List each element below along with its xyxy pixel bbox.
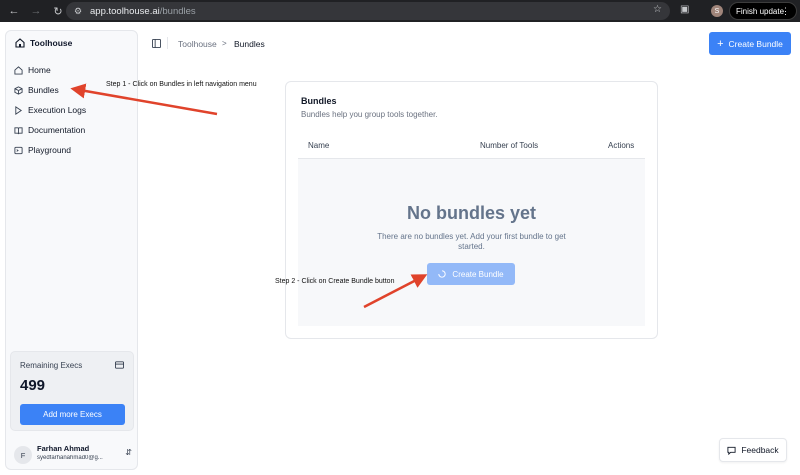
panel-title: Bundles	[301, 96, 337, 106]
header-divider	[167, 37, 168, 49]
step1-annotation: Step 1 - Click on Bundles in left naviga…	[106, 81, 257, 88]
user-menu[interactable]: F Farhan Ahmad syedfarhanahmad0@g... ⇵	[10, 441, 134, 467]
plus-icon: +	[717, 37, 724, 50]
sidebar-item-label: Execution Logs	[28, 105, 87, 115]
sidebar: Toolhouse Home Bundles Execution Logs Do…	[5, 30, 138, 470]
address-bar[interactable]: ⚙ app.toolhouse.ai/bundles ☆	[66, 2, 670, 20]
profile-avatar[interactable]: S	[711, 5, 723, 17]
sidebar-item-label: Bundles	[28, 85, 59, 95]
breadcrumb-current: Bundles	[234, 39, 265, 49]
home-icon	[14, 65, 23, 75]
bundles-panel: Bundles Bundles help you group tools tog…	[285, 81, 658, 339]
panel-description: Bundles help you group tools together.	[301, 110, 438, 119]
create-bundle-label: Create Bundle	[728, 38, 783, 49]
url-text: app.toolhouse.ai/bundles	[90, 5, 196, 17]
site-settings-icon[interactable]: ⚙	[71, 4, 85, 18]
step2-annotation: Step 2 - Click on Create Bundle button	[275, 278, 395, 285]
sidebar-item-execution-logs[interactable]: Execution Logs	[14, 105, 86, 115]
empty-state-title: No bundles yet	[406, 203, 536, 223]
column-header-name: Name	[308, 141, 330, 150]
remaining-execs-card: Remaining Execs 499 Add more Execs	[10, 351, 134, 431]
breadcrumb-chevron-icon: >	[222, 39, 227, 48]
sidebar-item-bundles[interactable]: Bundles	[14, 85, 59, 95]
remaining-execs-label: Remaining Execs	[20, 361, 83, 370]
add-more-execs-button[interactable]: Add more Execs	[20, 404, 125, 425]
brand[interactable]: Toolhouse	[15, 38, 72, 48]
empty-state: No bundles yet There are no bundles yet.…	[298, 159, 645, 326]
forward-arrow-icon[interactable]: →	[28, 3, 44, 19]
play-icon	[15, 105, 23, 115]
extensions-icon[interactable]: ▣	[680, 4, 689, 15]
credit-card-icon	[115, 361, 124, 369]
sidebar-item-home[interactable]: Home	[14, 65, 51, 75]
chevron-up-down-icon[interactable]: ⇵	[125, 448, 132, 457]
finish-update-label: Finish update	[736, 6, 785, 16]
back-arrow-icon[interactable]: ←	[6, 3, 22, 19]
empty-state-text: There are no bundles yet. Add your first…	[377, 232, 566, 251]
feedback-button[interactable]: Feedback	[719, 438, 787, 462]
finish-update-button[interactable]: Finish update ⋮	[729, 2, 797, 20]
user-email: syedfarhanahmad0@g...	[37, 455, 103, 461]
column-header-actions: Actions	[608, 141, 635, 150]
sidebar-toggle-icon[interactable]	[152, 39, 161, 48]
user-name: Farhan Ahmad	[37, 444, 90, 453]
sidebar-item-label: Documentation	[28, 125, 86, 135]
terminal-icon	[14, 146, 23, 154]
sidebar-item-label: Home	[28, 65, 51, 75]
loading-spinner-icon	[438, 270, 447, 278]
create-bundle-empty-button[interactable]: Create Bundle	[427, 263, 515, 285]
create-bundle-button[interactable]: + Create Bundle	[709, 32, 791, 55]
book-icon	[14, 126, 23, 134]
reload-icon[interactable]: ↻	[50, 3, 66, 19]
browser-toolbar: ← → ↻ ⚙ app.toolhouse.ai/bundles ☆ ▣ S F…	[0, 0, 800, 22]
house-logo-icon	[15, 38, 25, 48]
bookmark-star-icon[interactable]: ☆	[653, 4, 662, 15]
table-header: Name Number of Tools Actions	[298, 137, 645, 159]
more-menu-icon[interactable]: ⋮	[781, 6, 790, 17]
brand-name: Toolhouse	[30, 38, 73, 48]
sidebar-item-documentation[interactable]: Documentation	[14, 125, 85, 135]
avatar: F	[14, 446, 32, 464]
breadcrumb-toolhouse[interactable]: Toolhouse	[178, 39, 217, 49]
sidebar-item-playground[interactable]: Playground	[14, 145, 71, 155]
chat-bubble-icon	[727, 446, 736, 455]
box-icon	[14, 85, 23, 95]
remaining-execs-value: 499	[20, 377, 46, 394]
sidebar-item-label: Playground	[28, 145, 72, 155]
column-header-number-of-tools: Number of Tools	[480, 141, 539, 150]
create-bundle-empty-label: Create Bundle	[452, 269, 504, 279]
feedback-label: Feedback	[741, 445, 779, 455]
